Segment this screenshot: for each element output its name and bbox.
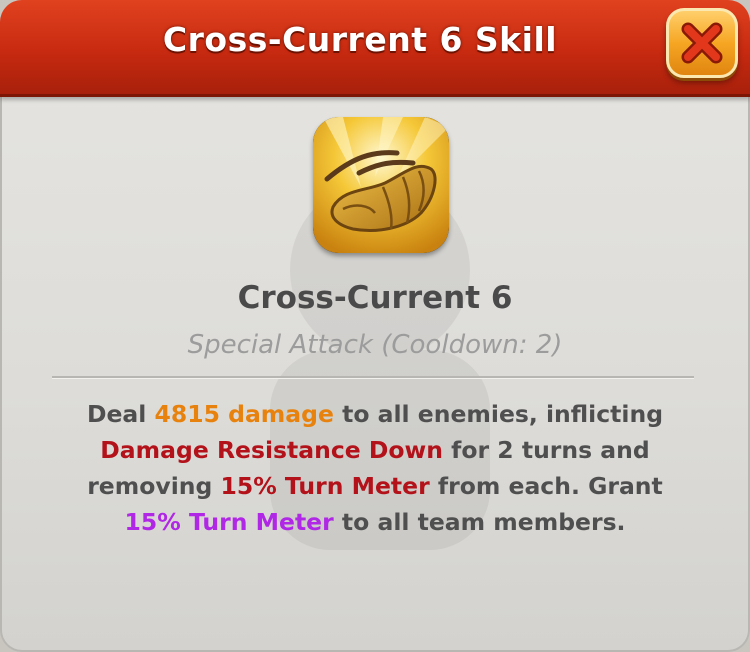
skill-type: Special Attack (Cooldown: 2) [187,330,563,360]
skill-description: Deal 4815 damage to all enemies, inflict… [70,396,680,540]
description-text: Deal [86,400,155,428]
description-text: from each. Grant [429,472,663,500]
close-button[interactable] [666,8,738,78]
skill-name: Cross-Current 6 [237,280,513,316]
skill-dialog: Cross-Current 6 Skill Cross-Current 6 Sp… [0,0,750,652]
close-icon [681,22,723,64]
description-text: to all team members. [333,508,626,536]
turn-meter-grant: 15% Turn Meter [124,508,334,536]
description-text: to all enemies, inflicting [333,400,664,428]
dialog-title: Cross-Current 6 Skill [162,20,558,59]
lunge-attack-icon [313,117,449,253]
debuff-name: Damage Resistance Down [100,436,443,464]
damage-value: 4815 damage [154,400,334,428]
divider [52,376,694,379]
turn-meter-remove: 15% Turn Meter [220,472,430,500]
dialog-header: Cross-Current 6 Skill [0,0,750,97]
